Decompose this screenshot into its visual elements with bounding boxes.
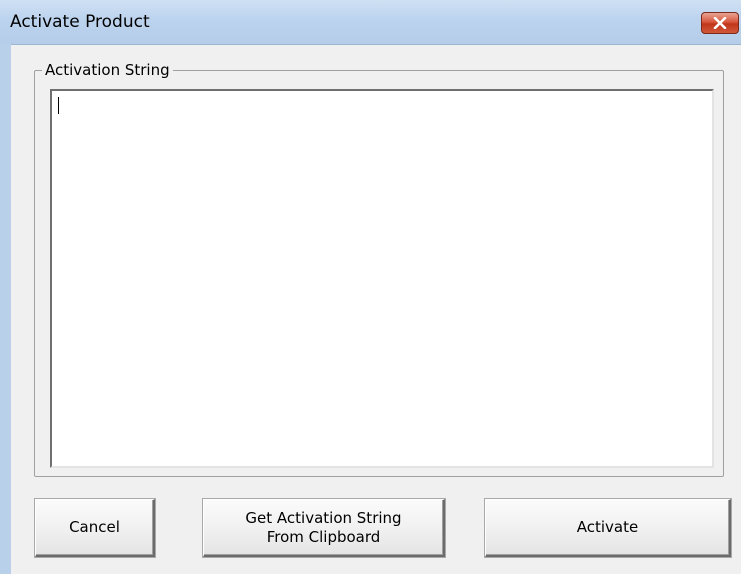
- cancel-button-label: Cancel: [69, 518, 120, 536]
- title-bar[interactable]: Activate Product: [0, 0, 741, 45]
- text-caret: [58, 97, 59, 114]
- activation-string-label: Activation String: [42, 61, 173, 79]
- window-frame-left: [0, 44, 11, 574]
- activation-string-input[interactable]: [50, 89, 714, 468]
- activate-product-dialog: Activate Product Activation String Cance…: [0, 0, 741, 574]
- window-title: Activate Product: [10, 12, 150, 32]
- close-button[interactable]: [701, 12, 739, 34]
- cancel-button[interactable]: Cancel: [35, 499, 155, 557]
- clipboard-button-label-line2: From Clipboard: [266, 527, 381, 546]
- clipboard-button-label-line1: Get Activation String: [245, 508, 402, 527]
- activate-button-label: Activate: [576, 518, 639, 536]
- activate-button[interactable]: Activate: [485, 499, 731, 557]
- get-from-clipboard-button[interactable]: Get Activation String From Clipboard: [203, 499, 445, 557]
- close-icon: [713, 17, 727, 29]
